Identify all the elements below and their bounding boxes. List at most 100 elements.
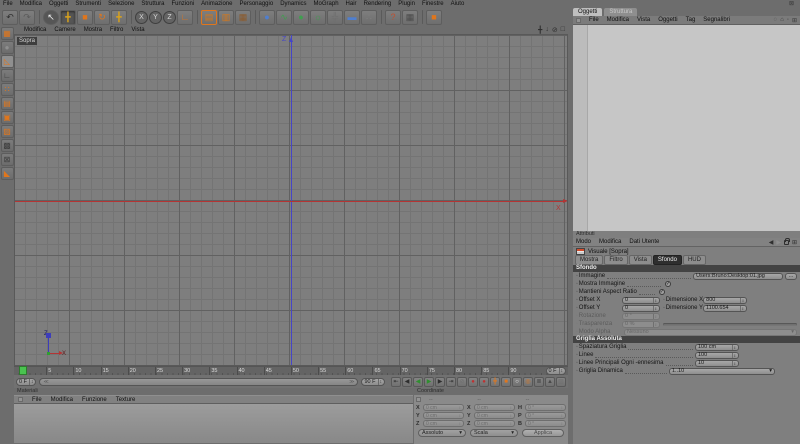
tab-oggetti[interactable]: Oggetti — [573, 8, 603, 16]
linee-principali-field[interactable]: 10 ↕ — [695, 359, 739, 367]
dimensione-x-field[interactable]: 800 ↕ — [703, 296, 748, 304]
snap-settings-icon[interactable]: ◣ — [0, 167, 14, 180]
stepper-icon[interactable]: ↕ — [558, 368, 563, 374]
viewport-menu-item[interactable]: Vista — [131, 27, 144, 33]
separator[interactable] — [381, 10, 382, 24]
current-frame-field[interactable]: 0 F ↕ — [545, 367, 566, 375]
separator[interactable] — [255, 10, 256, 24]
tab-vista[interactable]: Vista — [628, 255, 652, 265]
menu-item[interactable]: Dynamics — [280, 1, 306, 7]
add-particles-icon[interactable]: ∴ — [361, 9, 377, 25]
add-array-icon[interactable]: ╬ — [327, 9, 343, 25]
coordinate-value-field[interactable]: 0 cm ↕ — [423, 404, 464, 411]
polygons-mode-icon[interactable]: ▣ — [0, 111, 14, 124]
layout-icon[interactable]: ■ — [426, 9, 442, 25]
animation-options-toggle[interactable]: ▨ — [556, 376, 566, 387]
lock-z-icon[interactable]: Z — [163, 10, 176, 24]
timeline-ruler[interactable]: 051015202530354045505560657075808590 0 F… — [14, 366, 568, 375]
coordinate-value-field[interactable]: 0 ° ↕ — [525, 404, 566, 411]
coordinate-column-header[interactable]: -- — [423, 397, 469, 403]
menu-item[interactable]: Strumenti — [75, 1, 101, 7]
stepper-icon[interactable]: ↕ — [739, 297, 744, 303]
record-parameter-toggle[interactable]: ◎ — [523, 376, 533, 387]
menu-item[interactable]: Modifica — [20, 1, 42, 7]
points-mode-icon[interactable]: ∷ — [0, 83, 14, 96]
coordinate-system-icon[interactable]: ∟ — [177, 9, 193, 25]
add-nurbs-icon[interactable]: ● — [293, 9, 309, 25]
separator[interactable] — [131, 10, 132, 24]
render-settings-icon[interactable]: ▥ — [218, 9, 234, 25]
materials-menu-item[interactable]: File — [32, 397, 42, 403]
stepper-icon[interactable]: ↕ — [377, 378, 382, 385]
object-menu-item[interactable]: Tag — [686, 17, 696, 23]
tab-hud[interactable]: HUD — [682, 255, 706, 265]
end-frame-field[interactable]: 90 F ↕ — [361, 377, 385, 386]
prev-key-button[interactable]: ◀ — [402, 376, 412, 387]
texture-mode-icon[interactable]: ▨ — [0, 125, 14, 138]
vp-rotate-icon[interactable]: ⊘ — [552, 26, 558, 34]
workplane-mode-icon[interactable]: ⊠ — [0, 153, 14, 166]
stepper-icon[interactable]: ↕ — [652, 305, 657, 311]
axis-mode-icon[interactable]: ∟ — [0, 69, 14, 82]
render-picture-viewer-icon[interactable]: ▦ — [235, 9, 251, 25]
stepper-icon[interactable]: ↕ — [459, 405, 461, 410]
history-forward-icon[interactable]: ▶ — [776, 239, 781, 246]
attributes-menu-item[interactable]: Dati Utente — [629, 239, 659, 245]
history-back-icon[interactable]: ◀ — [769, 239, 774, 246]
move-tool-icon[interactable]: ╋ — [60, 9, 76, 25]
autokey-button[interactable]: ● — [479, 376, 489, 387]
menu-item[interactable]: Rendering — [364, 1, 392, 7]
viewport-canvas[interactable]: Sopra Z X Z X — [14, 34, 568, 366]
object-menu-item[interactable]: Oggetti — [658, 17, 677, 23]
viewport-menu-item[interactable]: Modifica — [24, 27, 46, 33]
menu-item[interactable]: Personaggio — [239, 1, 273, 7]
browse-button[interactable]: ... — [785, 272, 797, 280]
linee-field[interactable]: 100 ↕ — [695, 351, 739, 359]
scale-tool-icon[interactable]: ■ — [77, 9, 93, 25]
stepper-icon[interactable]: ↕ — [731, 360, 736, 366]
coordinate-column-header[interactable]: -- — [520, 397, 566, 403]
record-scale-toggle[interactable]: ■ — [501, 376, 511, 387]
add-primitive-icon[interactable]: ● — [259, 9, 275, 25]
attributes-menu-item[interactable]: Modifica — [599, 239, 621, 245]
viewport-menu-item[interactable]: Camere — [54, 27, 75, 33]
keyframe-selection-toggle[interactable]: ▲ — [545, 376, 555, 387]
edges-mode-icon[interactable]: ▤ — [0, 97, 14, 110]
materials-list-area[interactable] — [14, 404, 413, 443]
view-name-badge[interactable]: Sopra — [17, 37, 38, 45]
next-frame-button[interactable]: ▶ — [435, 376, 445, 387]
make-editable-icon[interactable]: ▦ — [0, 27, 14, 40]
model-mode-icon[interactable]: ● — [0, 41, 14, 54]
offset-x-field[interactable]: 0 ↕ — [622, 296, 660, 304]
coordinate-mode-select[interactable]: Assoluto ▾ — [418, 429, 466, 437]
mostra-immagine-checkbox[interactable]: ✓ — [665, 281, 672, 287]
offset-y-field[interactable]: 0 ↕ — [622, 304, 660, 312]
add-spline-icon[interactable]: ∿ — [276, 9, 292, 25]
stepper-icon[interactable]: ↕ — [561, 405, 563, 410]
griglia-dinamica-select[interactable]: 1..10 ▾ — [669, 367, 775, 375]
attributes-menu-item[interactable]: Modo — [576, 239, 591, 245]
menu-item[interactable]: File — [3, 1, 13, 7]
coordinate-value-field[interactable]: 0 cm ↕ — [474, 412, 515, 419]
apply-button[interactable]: Applica — [522, 429, 564, 437]
menu-item[interactable]: Hair — [346, 1, 357, 7]
stepper-icon[interactable]: ↕ — [459, 413, 461, 418]
coordinate-scale-select[interactable]: Scala ▾ — [470, 429, 518, 437]
help-icon[interactable]: ? — [385, 9, 401, 25]
last-tool-icon[interactable]: ╋ — [111, 9, 127, 25]
materials-menu-item[interactable]: Modifica — [51, 397, 73, 403]
timeline-range-slider[interactable]: ≪ ≫ — [39, 377, 359, 386]
record-keyframe-button[interactable]: ⊘ — [457, 376, 467, 387]
spaziatura-griglia-field[interactable]: 100 cm ↕ — [695, 343, 739, 351]
menu-item[interactable]: Funzioni — [171, 1, 194, 7]
object-menu-item[interactable]: Segnalibri — [703, 17, 730, 23]
separator[interactable] — [39, 10, 40, 24]
coordinate-value-field[interactable]: 0 cm ↕ — [474, 420, 515, 427]
menu-item[interactable]: MoGraph — [314, 1, 339, 7]
object-menu-item[interactable]: Modifica — [607, 17, 629, 23]
record-pla-toggle[interactable]: ≣ — [534, 376, 544, 387]
record-position-toggle[interactable]: ╋ — [490, 376, 500, 387]
object-list-area[interactable] — [573, 25, 800, 231]
goto-start-button[interactable]: ⇤ — [391, 376, 401, 387]
stepper-icon[interactable]: ↕ — [510, 405, 512, 410]
